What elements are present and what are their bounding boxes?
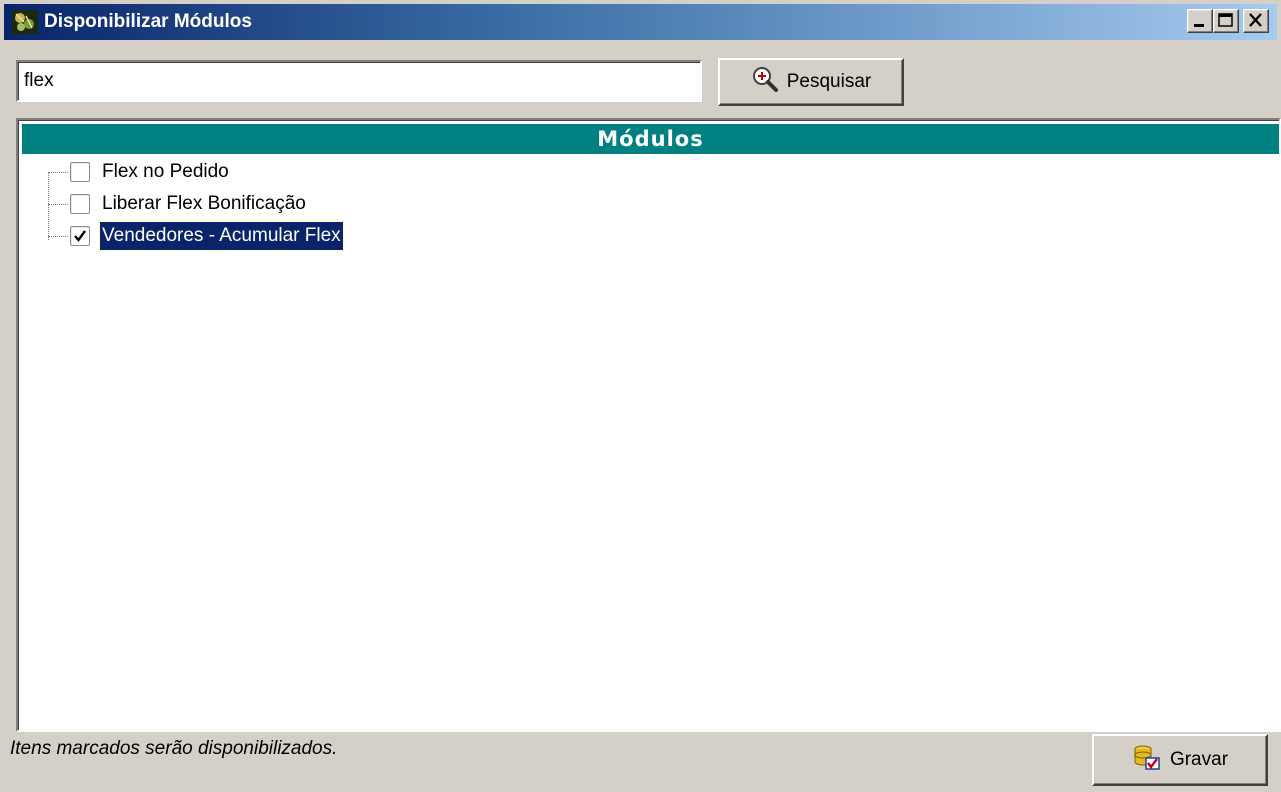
tree-body: Flex no Pedido Liberar Flex Bonificação … (22, 154, 1279, 730)
tree-item-checkbox[interactable] (70, 194, 90, 214)
magnifier-plus-icon (751, 65, 779, 99)
tree-item-label: Liberar Flex Bonificação (102, 193, 306, 214)
app-icon (12, 10, 38, 34)
search-input[interactable] (16, 60, 702, 102)
minimize-button[interactable] (1187, 9, 1213, 33)
save-button-label: Gravar (1169, 749, 1229, 770)
checkmark-icon (74, 230, 86, 242)
window-title: Disponibilizar Módulos (44, 11, 252, 32)
search-button[interactable]: Pesquisar (718, 58, 904, 106)
search-button-label: Pesquisar (786, 71, 872, 92)
tree-item-liberar-flex-bonificacao[interactable]: Liberar Flex Bonificação (48, 188, 748, 220)
save-button[interactable]: Gravar (1092, 734, 1268, 786)
tree-item-label: Flex no Pedido (102, 161, 229, 182)
footer-note: Itens marcados serão disponibilizados. (10, 738, 338, 759)
tree-item-label: Vendedores - Acumular Flex (99, 221, 344, 251)
tree-item-flex-no-pedido[interactable]: Flex no Pedido (48, 156, 748, 188)
maximize-icon (1218, 13, 1233, 27)
tree-item-checkbox[interactable] (70, 162, 90, 182)
tree-item-vendedores-acumular-flex[interactable]: Vendedores - Acumular Flex (48, 220, 748, 252)
tree-connector (48, 172, 68, 173)
tree-connector (48, 236, 68, 237)
title-bar[interactable]: Disponibilizar Módulos (4, 4, 1277, 40)
close-icon (1249, 13, 1262, 27)
maximize-button[interactable] (1213, 9, 1239, 33)
database-save-icon (1132, 742, 1162, 778)
tree-header: Módulos (22, 124, 1279, 154)
tree-item-checkbox[interactable] (70, 226, 90, 246)
close-button[interactable] (1243, 9, 1269, 33)
minimize-icon (1194, 24, 1204, 27)
modules-tree[interactable]: Módulos Flex no Pedido Liberar Flex Boni… (16, 118, 1281, 732)
tree-connector (48, 204, 68, 205)
module-window: Disponibilizar Módulos flex Pesquisar Mó… (0, 0, 1281, 792)
